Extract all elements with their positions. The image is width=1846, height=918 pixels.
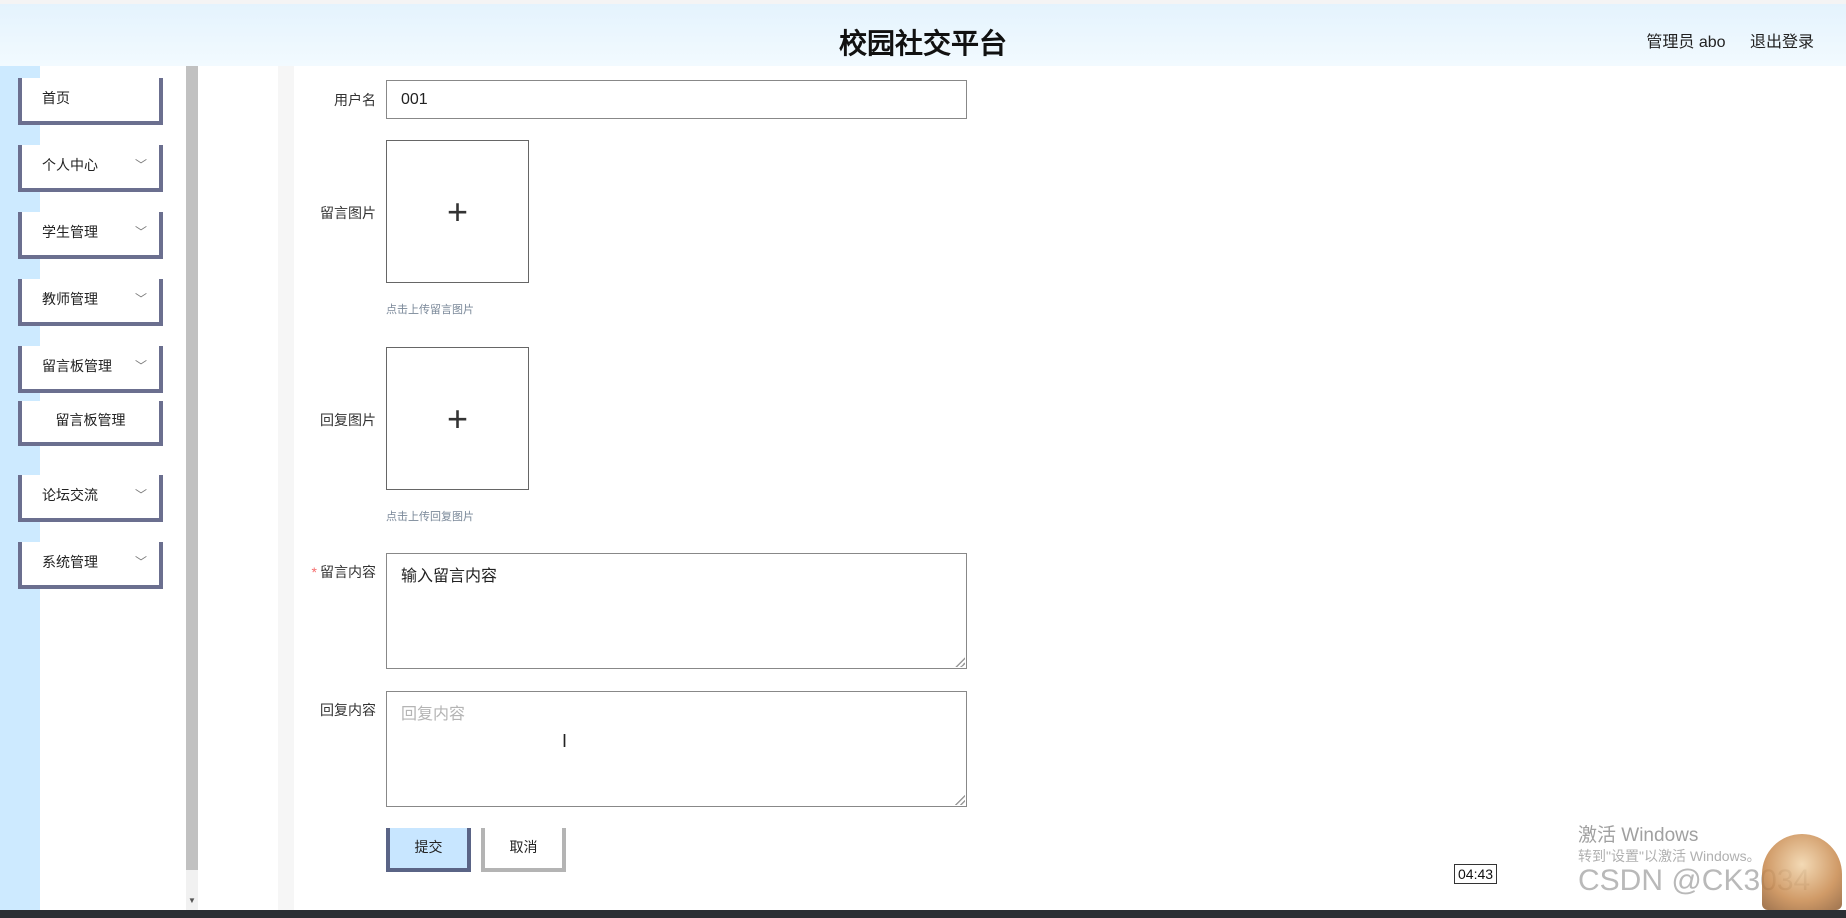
windows-activation-subtext: 转到"设置"以激活 Windows。 — [1578, 848, 1761, 864]
header-actions: 管理员 abo 退出登录 — [1626, 28, 1814, 52]
sidebar-subitem-message-board[interactable]: 留言板管理 — [18, 401, 163, 446]
sidebar-item-label: 留言板管理 — [55, 412, 126, 428]
message-content-value: 输入留言内容 — [401, 568, 498, 585]
sidebar-item-label: 首页 — [42, 90, 70, 106]
message-image-uploader[interactable]: + — [386, 140, 529, 283]
username-input[interactable]: 001 — [386, 80, 967, 119]
windows-activation-watermark: 激活 Windows — [1578, 825, 1699, 846]
sidebar-item-message-board[interactable]: 留言板管理 ﹀ — [18, 346, 163, 393]
message-image-hint: 点击上传留言图片 — [386, 304, 474, 316]
sidebar-item-label: 系统管理 — [42, 554, 98, 570]
chevron-down-icon: ﹀ — [134, 488, 147, 502]
message-content-label: * 留言内容 — [276, 562, 376, 582]
taskbar — [0, 910, 1846, 918]
chevron-down-icon: ﹀ — [134, 555, 147, 569]
chevron-down-icon: ﹀ — [134, 359, 147, 373]
dog-avatar-image — [1762, 834, 1842, 910]
video-time-tooltip: 04:43 — [1454, 864, 1498, 884]
sidebar-scrollbar-thumb[interactable] — [186, 66, 198, 870]
admin-user-label[interactable]: 管理员 abo — [1646, 34, 1725, 51]
sidebar-item-system-management[interactable]: 系统管理 ﹀ — [18, 542, 163, 589]
cancel-button[interactable]: 取消 — [481, 828, 566, 872]
sidebar-item-label: 教师管理 — [42, 291, 98, 307]
sidebar-item-teacher-management[interactable]: 教师管理 ﹀ — [18, 279, 163, 326]
resize-handle-icon[interactable] — [955, 657, 965, 667]
sidebar-item-student-management[interactable]: 学生管理 ﹀ — [18, 212, 163, 259]
text-cursor-icon: I — [562, 731, 568, 751]
reply-image-uploader[interactable]: + — [386, 347, 529, 490]
sidebar-item-forum[interactable]: 论坛交流 ﹀ — [18, 475, 163, 522]
reply-content-placeholder: 回复内容 — [401, 706, 466, 723]
resize-handle-icon[interactable] — [955, 795, 965, 805]
username-label: 用户名 — [334, 92, 376, 108]
site-title: 校园社交平台 — [838, 27, 1007, 60]
submit-button[interactable]: 提交 — [386, 828, 471, 872]
scroll-down-icon[interactable]: ▼ — [186, 896, 198, 905]
required-asterisk: * — [311, 564, 317, 580]
top-header: 校园社交平台 管理员 abo 退出登录 — [0, 0, 1846, 66]
sidebar-item-personal-center[interactable]: 个人中心 ﹀ — [18, 145, 163, 192]
chevron-down-icon: ﹀ — [134, 225, 147, 239]
sidebar-item-label: 学生管理 — [42, 224, 98, 240]
sidebar-item-label: 个人中心 — [42, 157, 98, 173]
plus-icon: + — [446, 190, 469, 232]
reply-content-label: 回复内容 — [320, 702, 376, 718]
plus-icon: + — [446, 397, 469, 439]
logout-link[interactable]: 退出登录 — [1750, 34, 1814, 51]
reply-image-label: 回复图片 — [320, 412, 376, 428]
message-content-label-text: 留言内容 — [320, 564, 376, 580]
page-scrollbar[interactable] — [1826, 66, 1846, 910]
chevron-down-icon: ﹀ — [134, 158, 147, 172]
chevron-down-icon: ﹀ — [134, 292, 147, 306]
message-content-textarea[interactable]: 输入留言内容 — [386, 553, 967, 669]
message-image-label: 留言图片 — [320, 205, 376, 221]
reply-content-textarea[interactable]: 回复内容 — [386, 691, 967, 807]
sidebar-item-label: 留言板管理 — [42, 358, 112, 374]
sidebar-item-label: 论坛交流 — [42, 487, 98, 503]
sidebar-item-home[interactable]: 首页 — [18, 78, 163, 125]
reply-image-hint: 点击上传回复图片 — [386, 511, 474, 523]
